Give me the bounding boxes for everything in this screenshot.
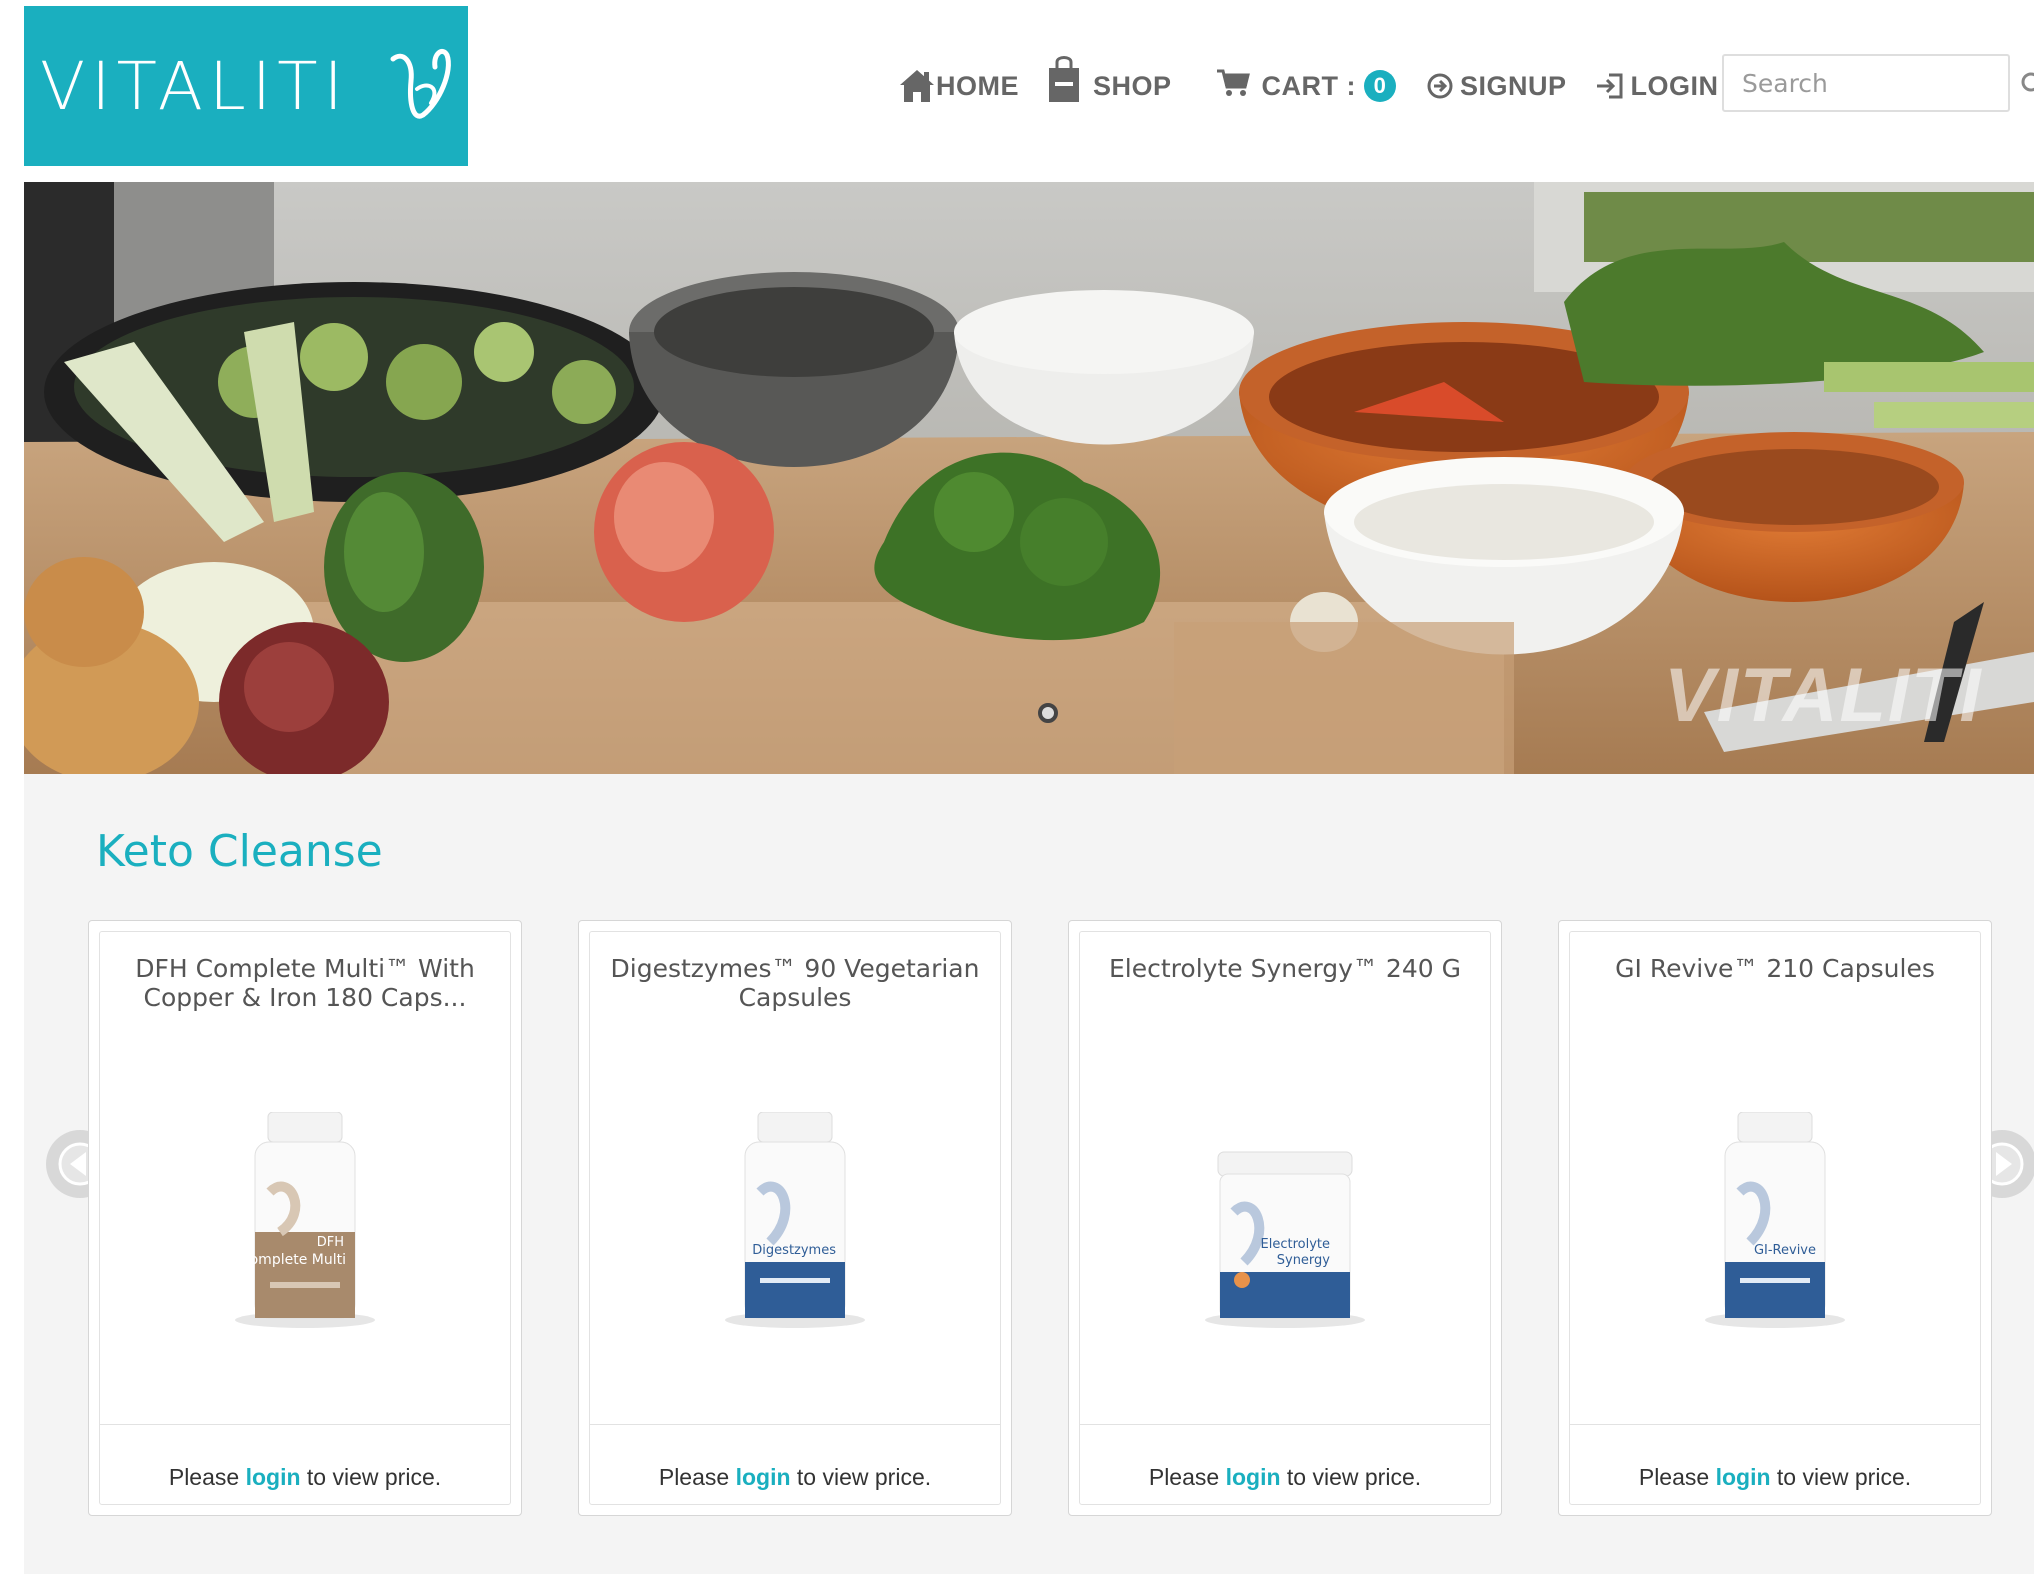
search-icon[interactable] xyxy=(2020,72,2034,94)
card-divider xyxy=(1570,1424,1980,1425)
price-prefix: Please xyxy=(658,1464,730,1490)
nav-shop-label: SHOP xyxy=(1093,70,1172,101)
price-suffix: to view price. xyxy=(306,1464,442,1490)
svg-text:Digestzymes: Digestzymes xyxy=(752,1243,836,1258)
price-suffix: to view price. xyxy=(796,1464,932,1490)
product-name[interactable]: Electrolyte Synergy™ 240 G xyxy=(1100,954,1470,983)
nav-cart[interactable]: CART : 0 xyxy=(1216,69,1397,102)
price-prefix: Please xyxy=(168,1464,240,1490)
product-name[interactable]: GI Revive™ 210 Capsules xyxy=(1590,954,1960,983)
product-image[interactable]: DFH Complete Multi xyxy=(100,1112,510,1332)
supplement-bottle-image: DFH Complete Multi xyxy=(235,1112,375,1328)
svg-text:Electrolyte: Electrolyte xyxy=(1261,1237,1330,1252)
cart-icon xyxy=(1216,69,1250,96)
svg-text:Complete Multi: Complete Multi xyxy=(240,1252,346,1268)
search-input[interactable] xyxy=(1722,54,2010,112)
price-suffix: to view price. xyxy=(1286,1464,1422,1490)
brand-monogram-icon xyxy=(390,49,451,119)
section-title: Keto Cleanse xyxy=(96,826,383,877)
signup-icon xyxy=(1427,73,1453,99)
card-divider xyxy=(1080,1424,1490,1425)
login-link[interactable]: login xyxy=(736,1464,791,1490)
product-card-frame: DFH Complete Multi™ With Copper & Iron 1… xyxy=(99,931,511,1505)
product-image[interactable]: Digestzymes xyxy=(590,1112,1000,1332)
card-divider xyxy=(100,1424,510,1425)
svg-text:GI-Revive: GI-Revive xyxy=(1754,1243,1816,1258)
supplement-bottle-image: Digestzymes xyxy=(725,1112,865,1328)
product-name[interactable]: DFH Complete Multi™ With Copper & Iron 1… xyxy=(120,954,490,1012)
carousel-dot-active[interactable] xyxy=(1038,703,1058,723)
price-notice: Please login to view price. xyxy=(590,1464,1000,1491)
product-image[interactable]: Electrolyte Synergy xyxy=(1080,1112,1490,1332)
hero-watermark-logo: VITALITI xyxy=(1664,653,1983,738)
price-notice: Please login to view price. xyxy=(1570,1464,1980,1491)
supplement-tub-image: Electrolyte Synergy xyxy=(1205,1151,1365,1328)
price-notice: Please login to view price. xyxy=(100,1464,510,1491)
product-image[interactable]: GI-Revive xyxy=(1570,1112,1980,1332)
product-section: Keto Cleanse DFH Complete Multi™ With Co… xyxy=(24,774,2034,1574)
login-icon xyxy=(1596,73,1623,99)
supplement-bottle-image: GI-Revive xyxy=(1705,1112,1845,1328)
product-card-frame: Digestzymes™ 90 Vegetarian Capsules Dige… xyxy=(589,931,1001,1505)
svg-text:Synergy: Synergy xyxy=(1277,1253,1331,1268)
site-header: VITALITI HOME SHOP CART: 0 SIGNUP LOGIN… xyxy=(0,0,2034,180)
product-card[interactable]: DFH Complete Multi™ With Copper & Iron 1… xyxy=(88,920,522,1516)
card-divider xyxy=(590,1424,1000,1425)
product-card[interactable]: GI Revive™ 210 Capsules GI-Revive Please… xyxy=(1558,920,1992,1516)
nav-home[interactable]: HOME xyxy=(898,68,1019,104)
cart-count-badge: 0 xyxy=(1364,70,1397,102)
nav-login[interactable]: LOGIN xyxy=(1595,71,1719,102)
price-prefix: Please xyxy=(1148,1464,1220,1490)
nav-signup-label: SIGNUP xyxy=(1460,70,1567,101)
product-card-frame: Electrolyte Synergy™ 240 G Electrolyte S… xyxy=(1079,931,1491,1505)
svg-text:DFH: DFH xyxy=(317,1235,344,1250)
price-notice: Please login to view price. xyxy=(1080,1464,1490,1491)
price-prefix: Please xyxy=(1638,1464,1710,1490)
main-nav: HOME SHOP CART : 0 SIGNUP LOGIN xyxy=(898,56,1719,116)
product-card[interactable]: Electrolyte Synergy™ 240 G Electrolyte S… xyxy=(1068,920,1502,1516)
price-suffix: to view price. xyxy=(1776,1464,1912,1490)
product-card-frame: GI Revive™ 210 Capsules GI-Revive Please… xyxy=(1569,931,1981,1505)
shopping-bag-icon xyxy=(1049,56,1079,102)
product-name[interactable]: Digestzymes™ 90 Vegetarian Capsules xyxy=(610,954,980,1012)
nav-signup[interactable]: SIGNUP xyxy=(1426,71,1567,102)
login-link[interactable]: login xyxy=(1716,1464,1771,1490)
login-link[interactable]: login xyxy=(246,1464,301,1490)
nav-home-label: HOME xyxy=(936,70,1019,101)
nav-login-label: LOGIN xyxy=(1630,70,1719,101)
product-card[interactable]: Digestzymes™ 90 Vegetarian Capsules Dige… xyxy=(578,920,1012,1516)
nav-cart-label: CART : xyxy=(1261,70,1357,101)
home-icon xyxy=(900,70,934,102)
nav-shop[interactable]: SHOP xyxy=(1047,56,1172,104)
hero-banner[interactable]: VITALITI xyxy=(24,182,2034,774)
brand-name: VITALITI xyxy=(40,47,349,125)
login-link[interactable]: login xyxy=(1226,1464,1281,1490)
brand-logo[interactable]: VITALITI xyxy=(24,6,468,166)
